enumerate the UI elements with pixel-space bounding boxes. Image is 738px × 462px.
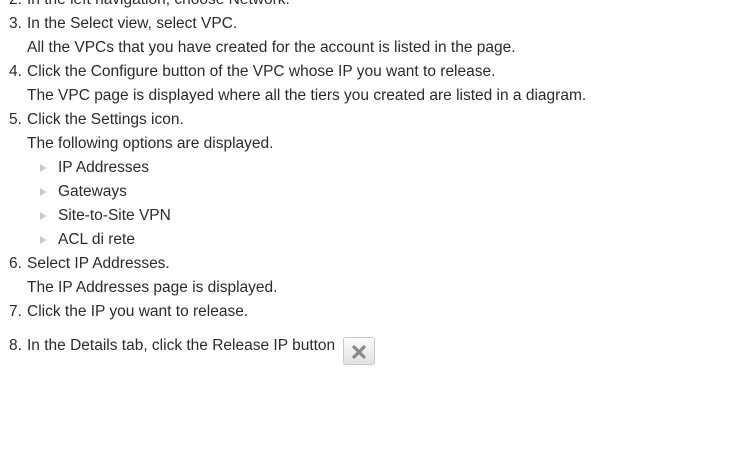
step-5: 5. Click the Settings icon. <box>9 108 738 132</box>
option-item: ACL di rete <box>9 228 738 252</box>
step-7: 7. Click the IP you want to release. <box>9 300 738 324</box>
step-number: 4. <box>9 63 22 80</box>
step-text: Click the Configure button of the VPC wh… <box>27 63 496 80</box>
step-text: In the Details tab, click the Release IP… <box>27 337 336 354</box>
step-number: 7. <box>9 303 22 320</box>
option-item: Gateways <box>9 180 738 204</box>
step-text: In the Select view, select VPC. <box>27 15 238 32</box>
step-text: In the left navigation, choose Network. <box>27 0 290 8</box>
bullet-arrow-icon <box>40 212 46 220</box>
step-description: The VPC page is displayed where all the … <box>27 87 587 104</box>
release-ip-button[interactable] <box>343 337 376 365</box>
step-3: 3. In the Select view, select VPC. <box>9 12 738 36</box>
step-description: The following options are displayed. <box>27 135 274 152</box>
step-6: 6. Select IP Addresses. <box>9 252 738 276</box>
step-2: 2.In the left navigation, choose Network… <box>9 0 738 12</box>
release-ip-x-icon <box>352 345 367 359</box>
step-number: 2. <box>9 0 27 12</box>
step-number: 5. <box>9 111 22 128</box>
bullet-arrow-icon <box>40 236 46 244</box>
step-description: All the VPCs that you have created for t… <box>27 39 516 56</box>
option-label: IP Addresses <box>58 159 150 176</box>
instruction-list: 2.In the left navigation, choose Network… <box>9 0 738 365</box>
step-text: Click the IP you want to release. <box>27 303 249 320</box>
step-number: 8. <box>9 337 22 354</box>
step-number: 6. <box>9 255 22 272</box>
option-item: IP Addresses <box>9 156 738 180</box>
step-number: 3. <box>9 15 22 32</box>
step-8: 8. In the Details tab, click the Release … <box>9 334 738 365</box>
option-item: Site-to-Site VPN <box>9 204 738 228</box>
bullet-arrow-icon <box>40 164 46 172</box>
option-label: Site-to-Site VPN <box>58 207 171 224</box>
step-text: Select IP Addresses. <box>27 255 170 272</box>
step-text: Click the Settings icon. <box>27 111 184 128</box>
option-label: ACL di rete <box>58 231 135 248</box>
bullet-arrow-icon <box>40 188 46 196</box>
option-label: Gateways <box>58 183 127 200</box>
step-4: 4. Click the Configure button of the VPC … <box>9 60 738 84</box>
step-description: The IP Addresses page is displayed. <box>27 279 278 296</box>
